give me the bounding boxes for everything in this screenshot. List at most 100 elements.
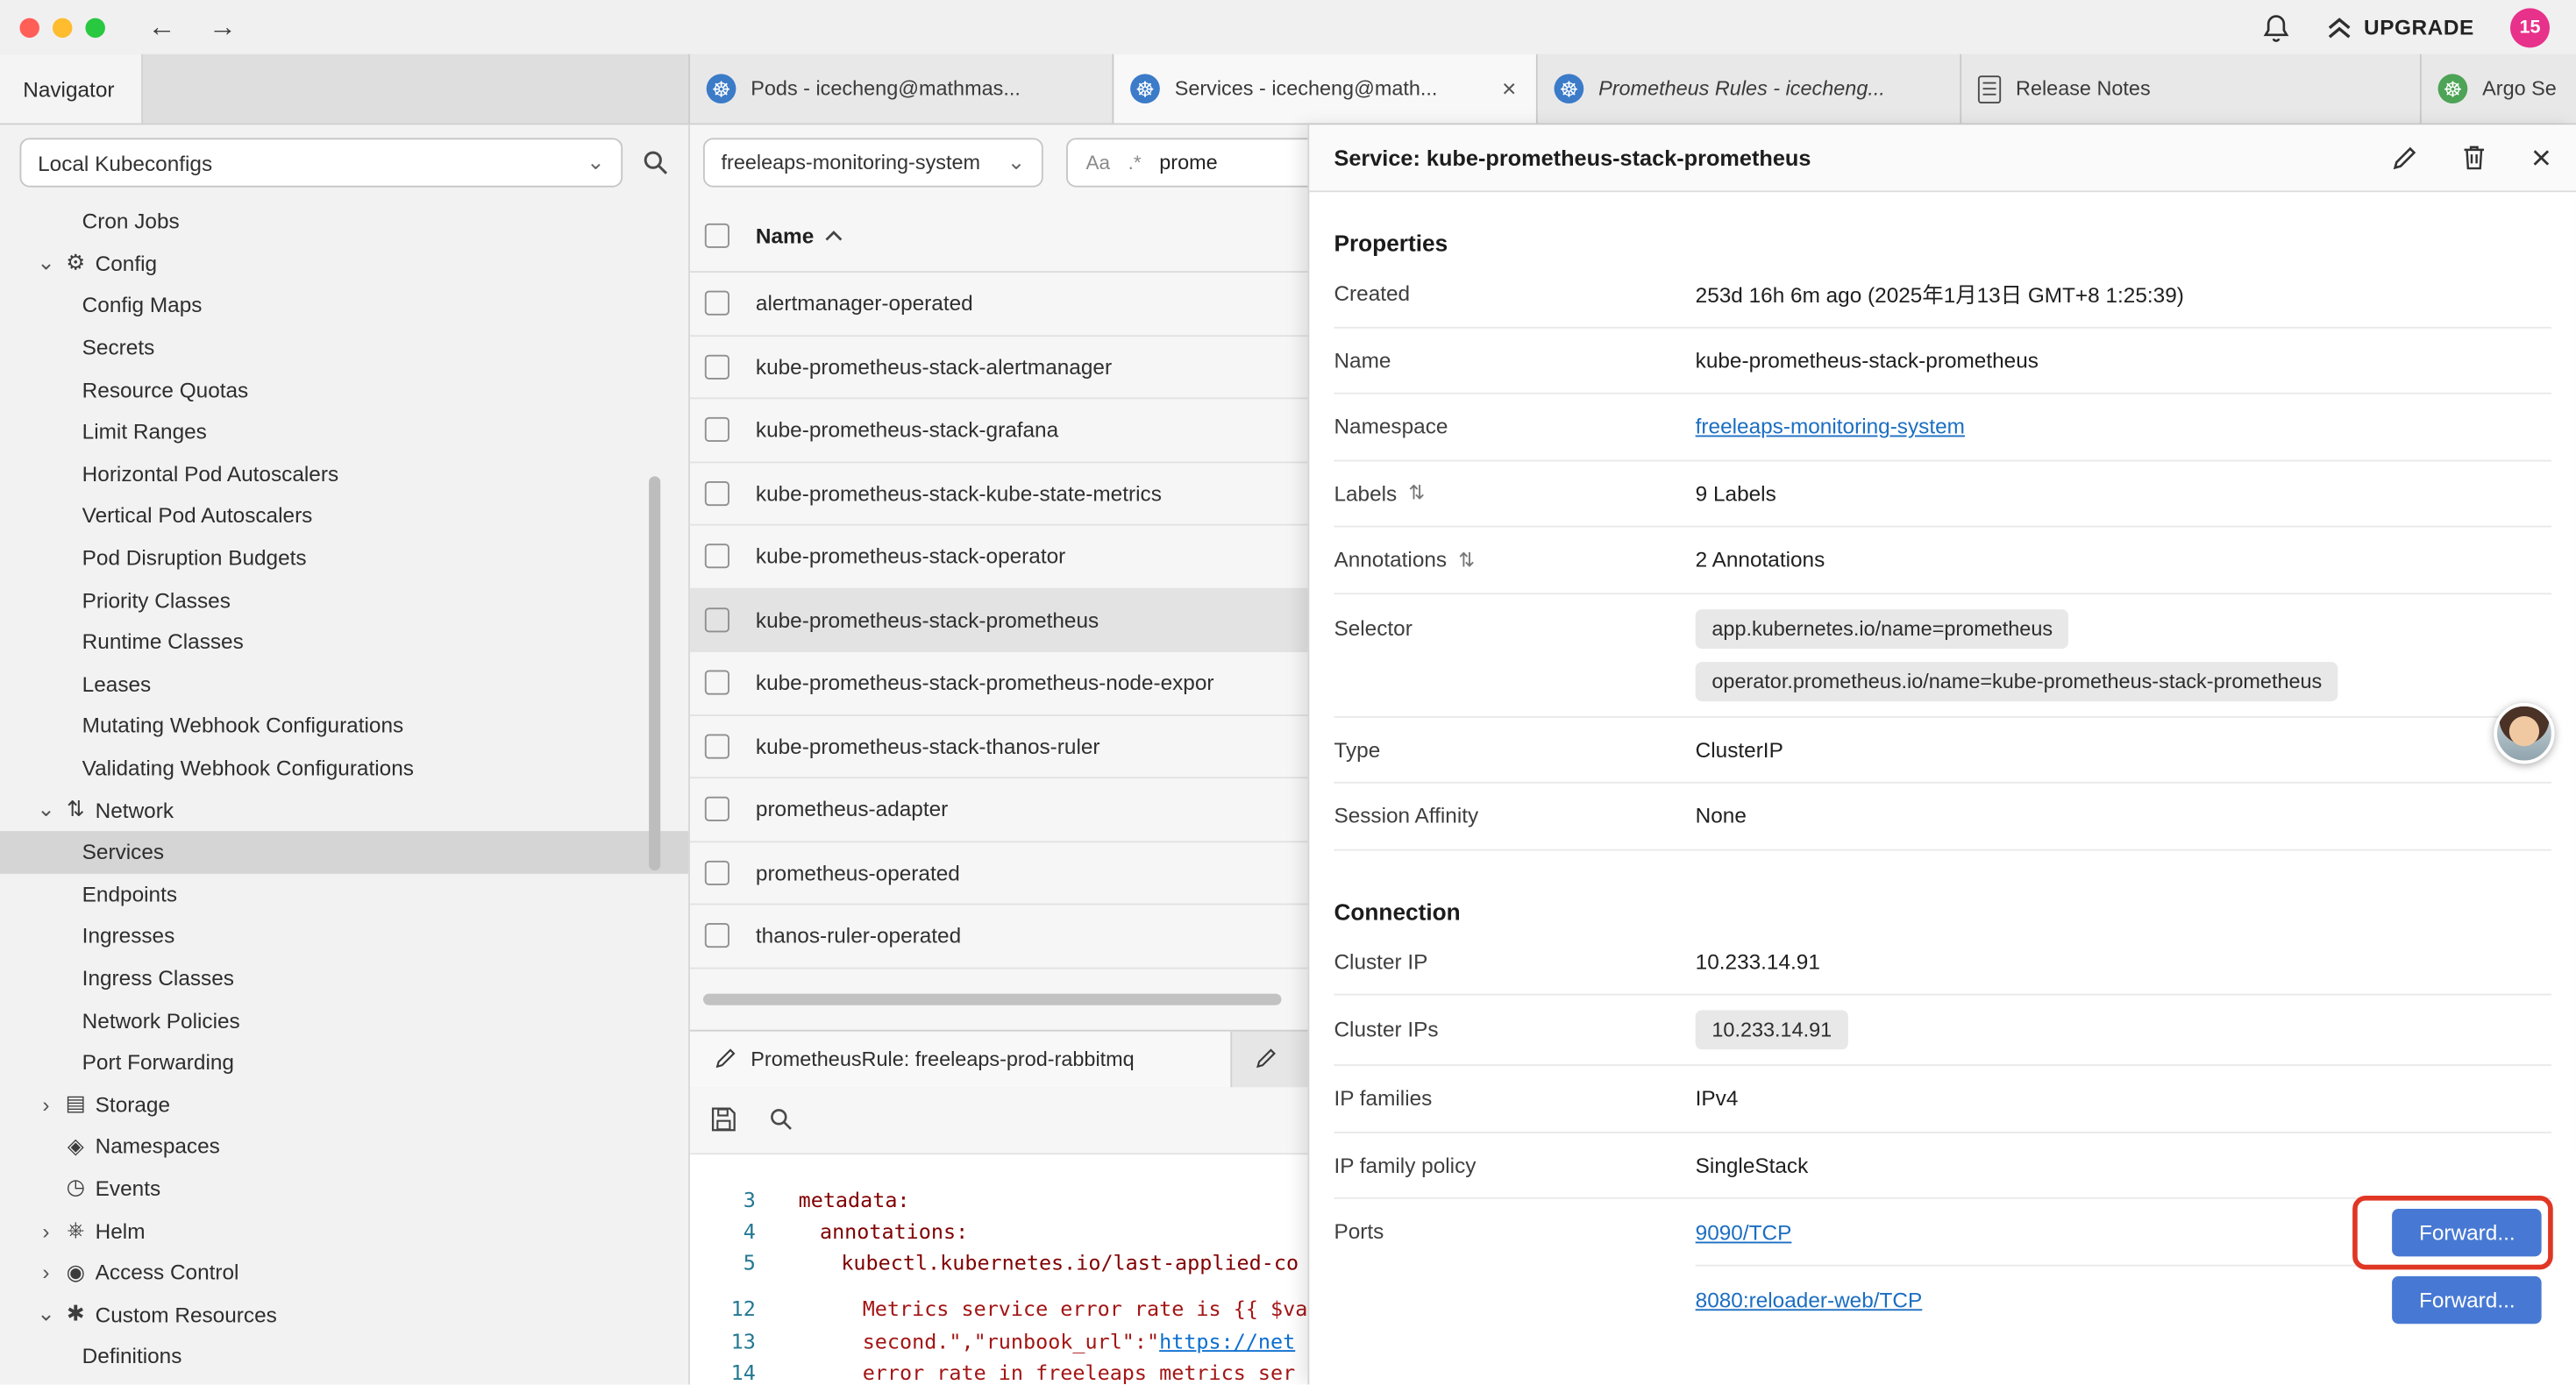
sidebar-item-custom-resources[interactable]: ⌄✱Custom Resources bbox=[0, 1293, 688, 1335]
sidebar-item-resource-quotas[interactable]: Resource Quotas bbox=[0, 368, 688, 410]
sidebar-item-ingresses[interactable]: Ingresses bbox=[0, 915, 688, 957]
tab-prometheus-rules-icecheng[interactable]: ☸Prometheus Rules - icecheng... bbox=[1538, 54, 1961, 124]
row-checkbox[interactable] bbox=[705, 734, 729, 758]
sidebar-item-runtime-classes[interactable]: Runtime Classes bbox=[0, 621, 688, 663]
horizontal-scrollbar[interactable] bbox=[703, 993, 1282, 1005]
property-value: 253d 16h 6m ago (2025年1月13日 GMT+8 1:25:3… bbox=[1696, 278, 2551, 309]
sidebar-item-label: Port Forwarding bbox=[0, 1050, 234, 1075]
sidebar-item-label: Horizontal Pod Autoscalers bbox=[0, 461, 338, 486]
close-window-button[interactable] bbox=[19, 18, 39, 37]
sidebar-item-events[interactable]: ◷Events bbox=[0, 1168, 688, 1210]
close-tab-icon[interactable]: × bbox=[1498, 76, 1519, 101]
value-badge: operator.prometheus.io/name=kube-prometh… bbox=[1696, 661, 2338, 700]
sidebar-item-namespaces[interactable]: ◈Namespaces bbox=[0, 1126, 688, 1168]
sidebar-item-services[interactable]: Services bbox=[0, 831, 688, 873]
property-value: 10.233.14.91 bbox=[1696, 995, 2551, 1064]
row-checkbox[interactable] bbox=[705, 797, 729, 821]
tab-services-icecheng-math[interactable]: ☸Services - icecheng@math...× bbox=[1114, 54, 1537, 124]
sidebar-item-definitions[interactable]: Definitions bbox=[0, 1335, 688, 1377]
row-checkbox[interactable] bbox=[705, 417, 729, 442]
row-checkbox[interactable] bbox=[705, 860, 729, 884]
app-window: ← → UPGRADE 15 Navigator ☸Pods - icechen… bbox=[0, 0, 2576, 1385]
sidebar-item-vertical-pod-autoscalers[interactable]: Vertical Pod Autoscalers bbox=[0, 494, 688, 536]
sidebar-item-validating-webhook-configurations[interactable]: Validating Webhook Configurations bbox=[0, 747, 688, 789]
notifications-bell-icon[interactable] bbox=[2262, 12, 2290, 42]
kubeconfig-selector-value: Local Kubeconfigs bbox=[38, 150, 212, 174]
row-checkbox[interactable] bbox=[705, 607, 729, 632]
row-checkbox[interactable] bbox=[705, 291, 729, 316]
close-panel-icon[interactable]: × bbox=[2531, 140, 2551, 174]
sidebar-item-cron-jobs[interactable]: Cron Jobs bbox=[0, 201, 688, 243]
property-row-ip-families: IP familiesIPv4 bbox=[1334, 1066, 2551, 1133]
sidebar-item-storage[interactable]: ›▤Storage bbox=[0, 1083, 688, 1126]
delete-icon[interactable] bbox=[2462, 145, 2485, 171]
notification-count-badge[interactable]: 15 bbox=[2510, 7, 2550, 46]
sidebar-item-helm[interactable]: ›⎈Helm bbox=[0, 1210, 688, 1252]
sort-toggle-icon[interactable]: ⇅ bbox=[1458, 548, 1475, 571]
tab-release-notes[interactable]: Release Notes bbox=[1961, 54, 2422, 124]
sidebar-search-icon[interactable] bbox=[643, 150, 669, 176]
back-button[interactable]: ← bbox=[148, 13, 176, 41]
kubeconfig-selector[interactable]: Local Kubeconfigs ⌄ bbox=[19, 138, 623, 187]
row-checkbox[interactable] bbox=[705, 481, 729, 506]
sidebar-item-label: Network Policies bbox=[0, 1008, 240, 1033]
sidebar-item-mutating-webhook-configurations[interactable]: Mutating Webhook Configurations bbox=[0, 705, 688, 747]
regex-toggle[interactable]: .* bbox=[1128, 151, 1142, 174]
sidebar-item-label: Helm bbox=[96, 1218, 146, 1242]
tab-pods-icecheng-mathmas[interactable]: ☸Pods - icecheng@mathmas... bbox=[690, 54, 1114, 124]
sidebar-item-access-control[interactable]: ›◉Access Control bbox=[0, 1251, 688, 1293]
property-value: app.kubernetes.io/name=prometheusoperato… bbox=[1696, 593, 2551, 715]
sidebar-item-network-policies[interactable]: Network Policies bbox=[0, 999, 688, 1041]
sidebar-item-label: Services bbox=[0, 840, 164, 864]
port-link[interactable]: 8080:reloader-web/TCP bbox=[1696, 1288, 1923, 1312]
chevron-down-icon: ⌄ bbox=[32, 797, 59, 823]
dock-tab-prometheusrule[interactable]: PrometheusRule: freeleaps-prod-rabbitmq bbox=[690, 1031, 1232, 1087]
select-all-checkbox[interactable] bbox=[705, 224, 729, 248]
sidebar-item-secrets[interactable]: Secrets bbox=[0, 326, 688, 368]
sort-toggle-icon[interactable]: ⇅ bbox=[1408, 481, 1425, 504]
document-icon bbox=[1978, 75, 2001, 103]
sidebar-item-limit-ranges[interactable]: Limit Ranges bbox=[0, 410, 688, 452]
editor-search-icon[interactable] bbox=[769, 1107, 793, 1132]
namespace-link[interactable]: freeleaps-monitoring-system bbox=[1696, 415, 1965, 439]
forward-button[interactable]: → bbox=[209, 13, 237, 41]
namespace-filter-dropdown[interactable]: freeleaps-monitoring-system ⌄ bbox=[703, 138, 1043, 187]
tab-argo-se[interactable]: ☸Argo Se bbox=[2422, 54, 2576, 124]
property-label: Selector bbox=[1334, 593, 1695, 639]
sidebar-item-config[interactable]: ⌄⚙Config bbox=[0, 243, 688, 285]
sidebar-item-pod-disruption-budgets[interactable]: Pod Disruption Budgets bbox=[0, 536, 688, 579]
row-checkbox[interactable] bbox=[705, 354, 729, 379]
sidebar-item-label: Runtime Classes bbox=[0, 629, 244, 654]
sidebar-item-network[interactable]: ⌄⇅Network bbox=[0, 789, 688, 831]
line-number: 13 bbox=[690, 1325, 786, 1356]
navigator-panel-tab[interactable]: Navigator bbox=[0, 54, 143, 124]
name-column-header[interactable]: Name bbox=[756, 224, 843, 248]
sidebar-item-endpoints[interactable]: Endpoints bbox=[0, 873, 688, 915]
minimize-window-button[interactable] bbox=[53, 18, 72, 37]
sidebar-item-ingress-classes[interactable]: Ingress Classes bbox=[0, 957, 688, 999]
match-case-toggle[interactable]: Aa bbox=[1086, 151, 1111, 174]
edit-icon[interactable] bbox=[2392, 146, 2416, 170]
row-checkbox[interactable] bbox=[705, 923, 729, 948]
property-row-cluster-ip: Cluster IP10.233.14.91 bbox=[1334, 929, 2551, 996]
zoom-window-button[interactable] bbox=[85, 18, 104, 37]
property-label: Cluster IPs bbox=[1334, 995, 1695, 1041]
line-number: 4 bbox=[690, 1215, 786, 1246]
sidebar-item-config-maps[interactable]: Config Maps bbox=[0, 285, 688, 327]
sidebar-item-priority-classes[interactable]: Priority Classes bbox=[0, 579, 688, 621]
property-row-labels: Labels⇅9 Labels bbox=[1334, 461, 2551, 528]
forward-button[interactable]: Forward... bbox=[2393, 1208, 2542, 1255]
sidebar-item-horizontal-pod-autoscalers[interactable]: Horizontal Pod Autoscalers bbox=[0, 452, 688, 494]
dock-tab-next[interactable] bbox=[1232, 1031, 1291, 1087]
row-checkbox[interactable] bbox=[705, 671, 729, 695]
save-icon[interactable] bbox=[711, 1107, 736, 1132]
window-controls bbox=[0, 18, 105, 37]
forward-button[interactable]: Forward... bbox=[2393, 1276, 2542, 1324]
sidebar-item-port-forwarding[interactable]: Port Forwarding bbox=[0, 1041, 688, 1083]
user-avatar[interactable] bbox=[2494, 703, 2554, 764]
upgrade-button[interactable]: UPGRADE bbox=[2326, 15, 2474, 39]
row-checkbox[interactable] bbox=[705, 544, 729, 569]
sidebar-item-leases[interactable]: Leases bbox=[0, 663, 688, 705]
sidebar-scrollbar[interactable] bbox=[649, 476, 660, 870]
port-link[interactable]: 9090/TCP bbox=[1696, 1219, 1792, 1244]
